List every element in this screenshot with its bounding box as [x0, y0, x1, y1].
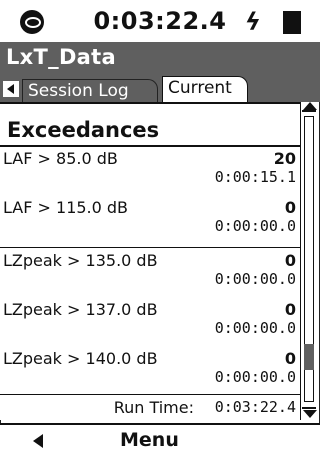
tab-bar: Session Log Current	[0, 72, 320, 102]
page-title: LxT_Data	[6, 45, 116, 69]
exceedance-count: 20	[273, 149, 296, 168]
exceedance-row[interactable]: LZpeak > 140.0 dB 0 0:00:00.0	[0, 347, 300, 396]
exceedance-count: 0	[284, 349, 296, 368]
title-bar: LxT_Data	[0, 42, 320, 72]
exceedance-duration: 0:00:00.0	[214, 270, 296, 288]
scroll-up-bar	[302, 110, 316, 112]
exceedance-row[interactable]: LZpeak > 137.0 dB 0 0:00:00.0	[0, 298, 300, 347]
triangle-left-icon[interactable]	[33, 434, 43, 448]
exceedance-count: 0	[284, 300, 296, 319]
exceedance-row[interactable]: LAF > 115.0 dB 0 0:00:00.0	[0, 196, 300, 245]
exceedance-row[interactable]: LZpeak > 135.0 dB 0 0:00:00.0	[0, 249, 300, 298]
tab-current[interactable]: Current	[162, 76, 248, 102]
exceedance-duration: 0:00:15.1	[214, 168, 296, 186]
section-heading: Exceedances	[7, 118, 160, 142]
exceedance-count: 0	[284, 251, 296, 270]
exceedance-duration: 0:00:00.0	[214, 217, 296, 235]
run-time-row: Run Time: 0:03:22.4	[0, 396, 300, 422]
scroll-up-arrow-icon[interactable]	[303, 102, 317, 110]
menu-button[interactable]: Menu	[120, 429, 179, 451]
scroll-thumb[interactable]	[304, 344, 314, 370]
battery-icon	[283, 11, 301, 34]
elapsed-time: 0:03:22.4	[93, 7, 227, 35]
softkey-bar: Menu	[0, 423, 320, 457]
exceedance-row[interactable]: LAF > 85.0 dB 20 0:00:15.1	[0, 147, 300, 196]
divider	[0, 394, 300, 395]
tab-session-log[interactable]: Session Log	[22, 79, 158, 102]
status-bar: 0:03:22.4 ϟ	[0, 0, 320, 42]
scroll-down-bar	[302, 407, 316, 409]
exceedance-label: LZpeak > 137.0 dB	[3, 300, 158, 319]
exceedance-label: LZpeak > 140.0 dB	[3, 349, 158, 368]
divider	[0, 102, 300, 104]
exceedance-label: LAF > 115.0 dB	[3, 198, 129, 217]
scrollbar[interactable]	[300, 102, 317, 420]
exceedance-duration: 0:00:00.0	[214, 368, 296, 386]
external-power-icon: ϟ	[245, 8, 261, 36]
run-time-value: 0:03:22.4	[214, 398, 296, 416]
scroll-down-arrow-icon[interactable]	[303, 410, 317, 418]
exceedance-count: 0	[284, 198, 296, 217]
exceedance-duration: 0:00:00.0	[214, 319, 296, 337]
exceedance-label: LZpeak > 135.0 dB	[3, 251, 158, 270]
divider	[0, 247, 300, 248]
run-time-label: Run Time:	[113, 398, 194, 417]
tab-scroll-left-icon[interactable]	[3, 81, 19, 97]
exceedance-label: LAF > 85.0 dB	[3, 149, 118, 168]
